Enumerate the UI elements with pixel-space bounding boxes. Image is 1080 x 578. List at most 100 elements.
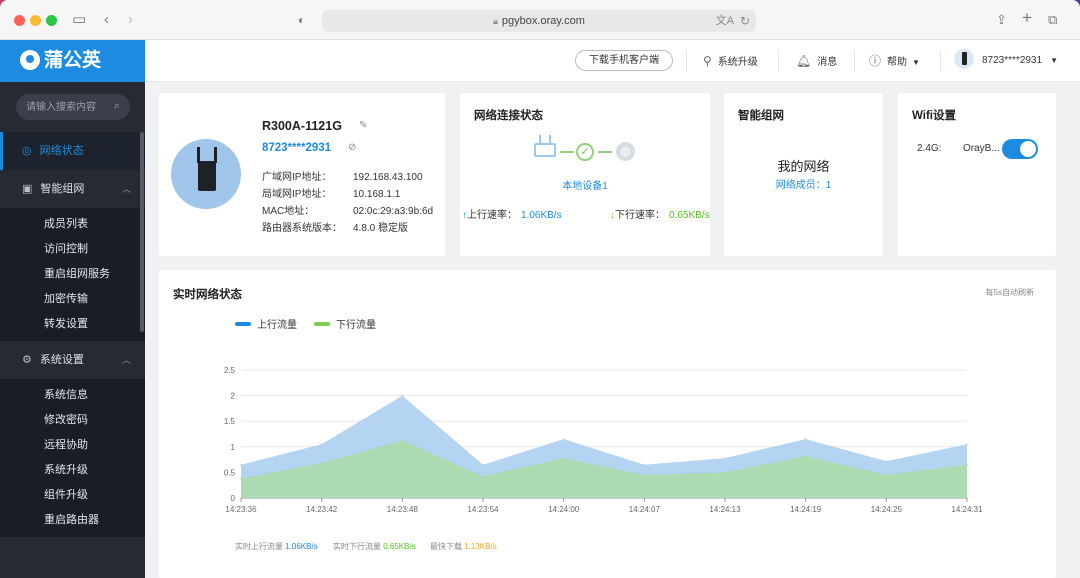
sidebar-item-access-control[interactable]: 访问控制 — [0, 237, 145, 262]
divider — [686, 50, 687, 72]
sidebar-item-members[interactable]: 成员列表 — [0, 212, 145, 237]
network-members[interactable]: 网络成员：1 — [724, 176, 883, 191]
divider — [778, 50, 779, 72]
shield-icon[interactable]: ◐ — [298, 10, 305, 30]
device-name: R300A-1121G — [262, 119, 342, 133]
firmware-row: 路由器系统版本： 4.8.0 稳定版 — [262, 219, 408, 234]
mesh-card: 智能组网 我的网络 网络成员：1 — [724, 93, 883, 256]
help-menu[interactable]: ⓘ 帮助 ▼ — [869, 40, 920, 82]
connection-diagram: ✓ ◍ — [534, 135, 635, 165]
system-upgrade-link[interactable]: ⚲ 系统升级 — [703, 40, 758, 82]
field-value: 4.8.0 稳定版 — [353, 223, 409, 234]
eye-hidden-icon[interactable]: ⊘ — [348, 142, 356, 153]
reload-icon[interactable]: ↻ — [740, 10, 750, 32]
brand-logo[interactable]: 蒲公英 — [0, 40, 145, 82]
card-title: 智能组网 — [738, 110, 784, 122]
x-tick-label: 14:24:31 — [951, 505, 983, 514]
sidebar-item-restart-mesh[interactable]: 重启组网服务 — [0, 262, 145, 287]
members-count: 1 — [825, 180, 832, 191]
x-tick-label: 14:24:13 — [709, 505, 741, 514]
address-bar[interactable]: 🔒︎ pgybox.oray.com 文A ↻ — [322, 10, 756, 32]
field-label: 路由器系统版本： — [262, 223, 342, 234]
help-label: 帮助 — [887, 57, 908, 68]
account-menu[interactable]: 8723****2931 ▼ — [954, 40, 1058, 82]
traffic-chart[interactable]: 0 0.5 1 1.5 2 2.5 14:23:36 14:23:42 14:23:48 14:2… — [159, 270, 1056, 530]
new-tab-icon[interactable]: + — [1022, 8, 1032, 28]
sidebar-item-remote-assist[interactable]: 远程协助 — [0, 433, 145, 458]
translate-icon[interactable]: 文A — [716, 10, 734, 32]
caret-down-icon: ▼ — [1050, 56, 1058, 65]
wifi-ssid: OrayB... — [963, 143, 1000, 154]
caret-down-icon: ▼ — [912, 58, 920, 67]
settings-icon: ⚙ — [22, 354, 32, 366]
footer-down: 实时下行流量 0.65KB/s — [333, 541, 416, 552]
sidebar-scrollbar[interactable] — [140, 132, 144, 332]
field-value: 02:0c:29:a3:9b:6d — [353, 206, 434, 217]
sidebar-item-system-info[interactable]: 系统信息 — [0, 383, 145, 408]
x-tick-label: 14:24:07 — [629, 505, 661, 514]
wifi-toggle[interactable] — [1002, 139, 1038, 159]
x-tick-label: 14:23:48 — [387, 505, 419, 514]
device-card: R300A-1121G ✎ 8723****2931 ⊘ 广域网IP地址： 192… — [159, 93, 445, 256]
sidebar-item-restart-router[interactable]: 重启路由器 — [0, 508, 145, 533]
sidebar-item-component-upgrade[interactable]: 组件升级 — [0, 483, 145, 508]
data-point — [240, 463, 242, 466]
divider — [940, 50, 941, 72]
lan-ip-row: 局域网IP地址： 10.168.1.1 — [262, 185, 400, 200]
field-value: 10.168.1.1 — [353, 189, 401, 200]
avatar — [954, 49, 974, 69]
minimize-window-button[interactable] — [30, 15, 41, 26]
network-name: 我的网络 — [777, 159, 830, 174]
field-label: 广域网IP地址： — [262, 172, 332, 183]
settings-submenu: 系统信息 修改密码 远程协助 系统升级 组件升级 重启路由器 — [0, 379, 145, 537]
sidebar-item-encryption[interactable]: 加密传输 — [0, 287, 145, 312]
bell-icon: 🔔︎ — [796, 54, 812, 68]
footer-max: 最快下载 1.13KB/s — [430, 541, 497, 552]
share-icon[interactable]: ⇪ — [996, 10, 1007, 30]
members-label: 网络成员： — [775, 180, 826, 191]
data-point — [804, 455, 807, 457]
y-tick-label: 2 — [231, 392, 236, 401]
footer-value: 0.65KB/s — [383, 542, 416, 551]
sidebar-group-mesh[interactable]: ▣ 智能组网 ︿ — [0, 170, 145, 208]
card-title: 网络连接状态 — [474, 110, 543, 122]
sidebar-group-settings[interactable]: ⚙ 系统设置 ︿ — [0, 341, 145, 379]
download-label: 下行速率： — [615, 210, 665, 221]
x-tick-label: 14:24:19 — [790, 505, 822, 514]
footer-up: 实时上行流量 1.06KB/s — [235, 541, 318, 552]
sidebar-item-system-upgrade[interactable]: 系统升级 — [0, 458, 145, 483]
zoom-window-button[interactable] — [46, 15, 57, 26]
close-window-button[interactable] — [14, 15, 25, 26]
field-value: 192.168.43.100 — [353, 172, 423, 183]
sidebar-item-network-status[interactable]: ◎ 网络状态 — [0, 132, 145, 170]
y-tick-label: 0.5 — [224, 468, 236, 477]
upload-label: 上行速率： — [467, 210, 517, 221]
upload-speed: ↑上行速率： 1.06KB/s — [462, 206, 562, 221]
y-tick-label: 1 — [231, 443, 236, 452]
sidebar-item-forwarding[interactable]: 转发设置 — [0, 312, 145, 337]
mesh-submenu: 成员列表 访问控制 重启组网服务 加密传输 转发设置 — [0, 208, 145, 341]
data-point — [320, 443, 323, 446]
link-line — [598, 151, 612, 153]
footer-label: 实时上行流量 — [235, 542, 283, 551]
local-device-link[interactable]: 本地设备1 — [460, 177, 710, 192]
data-point — [562, 457, 565, 459]
chevron-up-icon: ︿ — [121, 355, 131, 365]
forward-icon[interactable]: › — [128, 10, 133, 30]
y-tick-label: 1.5 — [224, 417, 236, 426]
back-icon[interactable]: ‹ — [104, 10, 109, 30]
check-icon: ✓ — [576, 143, 594, 161]
browser-window: ▭ ‹ › ◐ 🔒︎ pgybox.oray.com 文A ↻ ⇪ + ⧉ 蒲公英… — [0, 0, 1080, 578]
rocket-icon: ⚲ — [703, 54, 712, 68]
upload-value: 1.06KB/s — [521, 210, 562, 221]
network-icon: ◎ — [22, 145, 32, 157]
sidebar-item-change-password[interactable]: 修改密码 — [0, 408, 145, 433]
download-app-button[interactable]: 下载手机客户端 — [575, 50, 673, 71]
messages-link[interactable]: 🔔︎ 消息 — [796, 40, 837, 82]
account-name: 8723****2931 — [982, 55, 1043, 66]
search-icon[interactable]: ⌕ — [114, 100, 120, 113]
sidebar-toggle-icon[interactable]: ▭ — [72, 10, 86, 30]
edit-icon[interactable]: ✎ — [359, 120, 367, 131]
sidebar-item-label: 网络状态 — [39, 145, 84, 157]
tab-overview-icon[interactable]: ⧉ — [1048, 10, 1057, 30]
